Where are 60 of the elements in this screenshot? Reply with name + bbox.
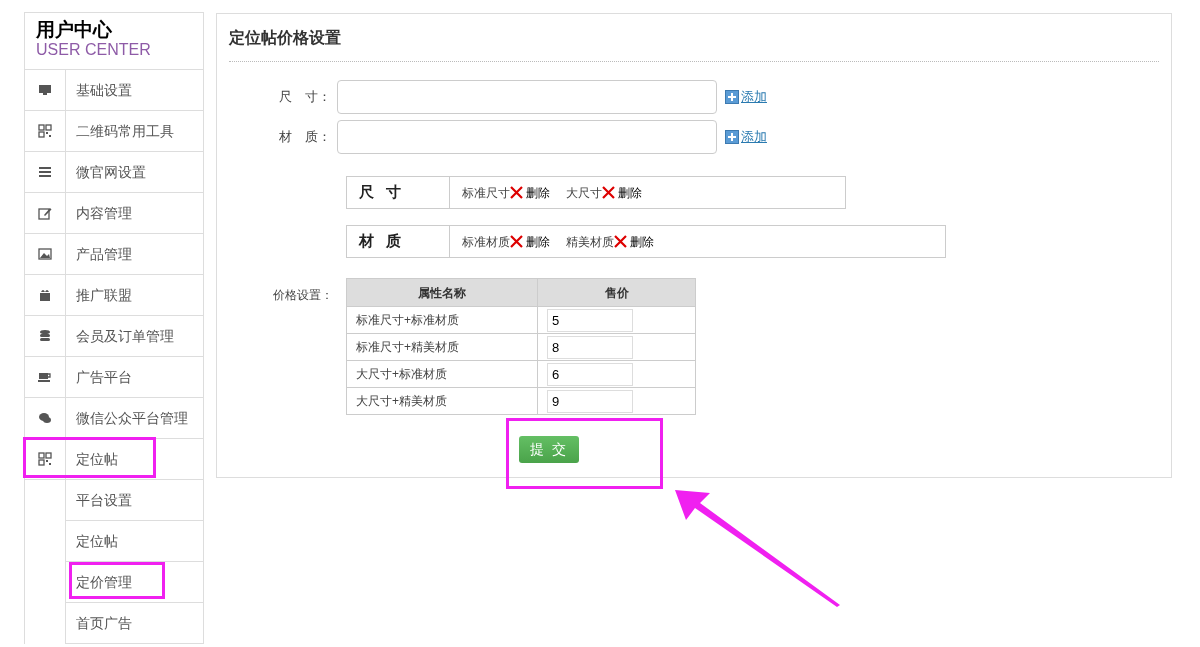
sidebar-item[interactable]: 广告平台 [25, 357, 203, 398]
sidebar-item[interactable]: 产品管理 [25, 234, 203, 275]
add-link[interactable]: 添加 [741, 87, 767, 107]
add-icon [725, 130, 739, 144]
delete-icon[interactable] [614, 235, 627, 248]
attribute-value: 精美材质 [566, 233, 614, 251]
menu-icon [38, 165, 52, 179]
qr-code-icon [38, 124, 52, 138]
add-icon [725, 90, 739, 104]
price-field[interactable]: 9 [547, 389, 633, 413]
delete-link[interactable]: 删除 [526, 232, 550, 251]
sidebar-item[interactable]: 内容管理 [25, 193, 203, 234]
price-field[interactable]: 6 [547, 362, 633, 386]
attribute-name: 尺 寸 [347, 177, 450, 208]
add-link[interactable]: 添加 [741, 127, 767, 147]
price-field[interactable]: 5 [547, 308, 633, 332]
price-label: 价格设置： [273, 287, 334, 304]
price-field[interactable]: 8 [547, 335, 633, 359]
cup-icon [38, 370, 52, 384]
text-field[interactable] [337, 80, 717, 114]
edit-icon [38, 206, 52, 220]
sidebar-title: 用户中心 [36, 19, 113, 41]
delete-link[interactable]: 删除 [526, 183, 550, 202]
field-label: 材 质： [278, 128, 332, 147]
column-header: 售价 [537, 278, 696, 307]
attribute-value: 大尺寸 [566, 184, 602, 202]
submenu-item[interactable]: 首页广告 [25, 603, 203, 644]
attribute-value: 标准材质 [462, 233, 510, 251]
table-cell: 标准尺寸+精美材质 [346, 333, 538, 361]
page-title: 定位帖价格设置 [229, 14, 1159, 62]
attribute-value: 标准尺寸 [462, 184, 510, 202]
gift-icon [38, 288, 52, 302]
table-cell: 大尺寸+标准材质 [346, 360, 538, 388]
sidebar-item[interactable]: 基础设置 [25, 70, 203, 111]
sidebar-item[interactable]: 二维码常用工具 [25, 111, 203, 152]
sidebar-item[interactable]: 定位帖 [25, 439, 203, 480]
field-label: 尺 寸： [278, 88, 332, 107]
attribute-name: 材 质 [347, 226, 450, 257]
table-cell: 大尺寸+精美材质 [346, 387, 538, 415]
sidebar-item[interactable]: 推广联盟 [25, 275, 203, 316]
delete-icon[interactable] [510, 235, 523, 248]
sidebar-item[interactable]: 微信公众平台管理 [25, 398, 203, 439]
delete-icon[interactable] [510, 186, 523, 199]
table-cell: 标准尺寸+标准材质 [346, 306, 538, 334]
submenu-item[interactable]: 定价管理 [25, 562, 203, 603]
sidebar-subtitle: USER CENTER [36, 41, 152, 59]
qr-code-icon [38, 452, 52, 466]
delete-icon[interactable] [602, 186, 615, 199]
delete-link[interactable]: 删除 [630, 232, 654, 251]
image-icon [38, 247, 52, 261]
sidebar-item[interactable]: 会员及订单管理 [25, 316, 203, 357]
sidebar-item[interactable]: 微官网设置 [25, 152, 203, 193]
text-field[interactable] [337, 120, 717, 154]
column-header: 属性名称 [346, 278, 538, 307]
submenu-item[interactable]: 定位帖 [25, 521, 203, 562]
delete-link[interactable]: 删除 [618, 183, 642, 202]
database-icon [38, 329, 52, 343]
submenu-item[interactable]: 平台设置 [25, 480, 203, 521]
chat-icon [38, 411, 52, 425]
monitor-icon [38, 83, 52, 97]
